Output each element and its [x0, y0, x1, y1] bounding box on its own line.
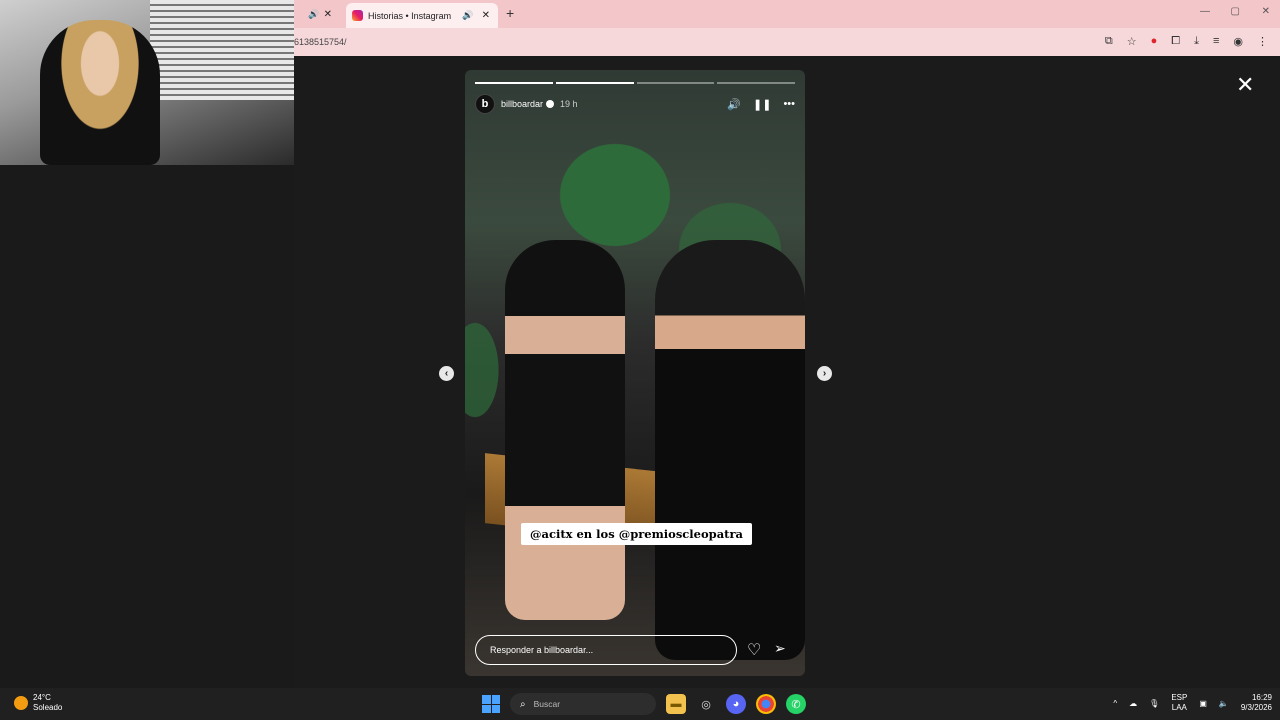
tab-strip: 🔊 ✕ Historias • Instagram 🔊 ✕ + — ▢ ✕ — [294, 0, 1280, 28]
file-explorer-icon[interactable]: ▬ — [666, 694, 686, 714]
lang-code: ESP — [1171, 693, 1188, 702]
avatar[interactable]: b — [475, 94, 495, 114]
microphone-icon[interactable]: 🎙 — [1149, 699, 1159, 708]
story-progress — [475, 82, 795, 84]
next-story-button[interactable]: › — [817, 366, 832, 381]
chevron-up-icon[interactable]: ^ — [1113, 699, 1117, 708]
story-caption: @acitx en los @premioscleopatra — [521, 523, 752, 545]
interviewee — [505, 240, 625, 620]
system-tray: ^ ☁ 🎙 ESP LAA ▣ 🔈 16:29 9/3/2026 — [1113, 693, 1272, 713]
send-icon[interactable]: ➢ — [774, 640, 786, 657]
language-indicator[interactable]: ESP LAA — [1171, 693, 1187, 713]
more-options-icon[interactable]: ••• — [783, 98, 795, 111]
weather-temp: 24°C — [33, 693, 51, 702]
windows-taskbar: 24°C Soleado ⌕ Buscar ▬ ◎ ◕ ✆ ^ ☁ 🎙 ESP … — [0, 688, 1280, 720]
speaker-icon: 🔊 — [462, 10, 474, 20]
obs-icon[interactable]: ◎ — [696, 694, 716, 714]
clock[interactable]: 16:29 9/3/2026 — [1241, 693, 1272, 713]
minimize-icon[interactable]: — — [1200, 6, 1210, 17]
interviewer — [655, 240, 805, 660]
search-icon: ⌕ — [520, 698, 526, 710]
instagram-icon — [352, 10, 363, 21]
verified-icon — [546, 100, 555, 108]
webcam-overlay — [0, 0, 294, 165]
tab-instagram[interactable]: Historias • Instagram 🔊 ✕ — [346, 3, 498, 28]
story-username[interactable]: billboardar — [501, 99, 543, 109]
menu-kebab-icon[interactable]: ⋮ — [1257, 35, 1268, 48]
close-tab-icon[interactable]: ✕ — [482, 10, 490, 21]
plant-decoration — [465, 310, 505, 430]
download-icon[interactable]: ⤓ — [1194, 35, 1199, 48]
install-icon[interactable]: ⧉ — [1105, 35, 1113, 48]
weather-desc: Soleado — [33, 703, 63, 712]
taskbar-apps: ⌕ Buscar ▬ ◎ ◕ ✆ — [482, 693, 806, 715]
extensions-icon[interactable]: ⧠ — [1171, 35, 1180, 48]
close-story-icon[interactable]: ✕ — [1236, 72, 1254, 98]
story-controls: 🔊 ❚❚ ••• — [727, 98, 795, 111]
opera-icon[interactable]: ● — [1151, 35, 1158, 48]
whatsapp-icon[interactable]: ✆ — [786, 694, 806, 714]
story-time: 19 h — [560, 99, 578, 109]
progress-segment — [555, 82, 634, 84]
story-frame[interactable]: b billboardar 19 h 🔊 ❚❚ ••• @acitx en lo… — [465, 70, 805, 676]
pause-icon[interactable]: ❚❚ — [753, 98, 771, 111]
reply-input[interactable]: Responder a billboardar... — [475, 635, 737, 665]
tab-label: Historias • Instagram — [368, 10, 452, 21]
progress-segment — [475, 82, 553, 84]
sun-icon — [14, 696, 28, 710]
progress-segment — [636, 82, 715, 84]
maximize-icon[interactable]: ▢ — [1231, 6, 1240, 17]
streamer — [40, 20, 160, 165]
new-tab-button[interactable]: + — [506, 5, 514, 21]
taskbar-search[interactable]: ⌕ Buscar — [510, 693, 656, 715]
story-header: b billboardar 19 h 🔊 ❚❚ ••• — [475, 94, 795, 114]
clock-date: 9/3/2026 — [1240, 703, 1272, 712]
media-control-icon[interactable]: ≡ — [1213, 35, 1219, 48]
page-scrollbar[interactable] — [1272, 58, 1280, 688]
bookmark-star-icon[interactable]: ☆ — [1127, 35, 1137, 48]
volume-tray-icon[interactable]: 🔈 — [1219, 699, 1229, 708]
toolbar-icons: ⧉ ☆ ● ⧠ ⤓ ≡ ◉ ⋮ — [1105, 35, 1268, 48]
url-text[interactable]: 6138515754/ — [294, 37, 347, 47]
onedrive-icon[interactable]: ☁ — [1129, 699, 1137, 708]
start-button[interactable] — [482, 695, 500, 713]
heart-icon[interactable]: ♡ — [747, 640, 761, 660]
network-icon[interactable]: ▣ — [1199, 699, 1207, 708]
window-blinds — [150, 0, 294, 100]
volume-icon[interactable]: 🔊 — [727, 98, 741, 111]
previous-story-button[interactable]: ‹ — [439, 366, 454, 381]
close-tab-icon[interactable]: ✕ — [324, 9, 332, 20]
speaker-icon: 🔊 — [308, 8, 320, 19]
progress-segment — [717, 82, 795, 84]
keyboard-layout: LAA — [1171, 703, 1187, 712]
clock-time: 16:29 — [1251, 693, 1272, 702]
tab-previous[interactable]: 🔊 ✕ — [294, 3, 340, 25]
weather-widget[interactable]: 24°C Soleado — [14, 693, 62, 713]
close-window-icon[interactable]: ✕ — [1262, 6, 1270, 17]
chrome-icon[interactable] — [756, 694, 776, 714]
profile-avatar-icon[interactable]: ◉ — [1233, 35, 1243, 48]
search-placeholder: Buscar — [533, 699, 561, 709]
discord-icon[interactable]: ◕ — [726, 694, 746, 714]
address-bar[interactable]: 6138515754/ ⧉ ☆ ● ⧠ ⤓ ≡ ◉ ⋮ — [294, 28, 1280, 56]
